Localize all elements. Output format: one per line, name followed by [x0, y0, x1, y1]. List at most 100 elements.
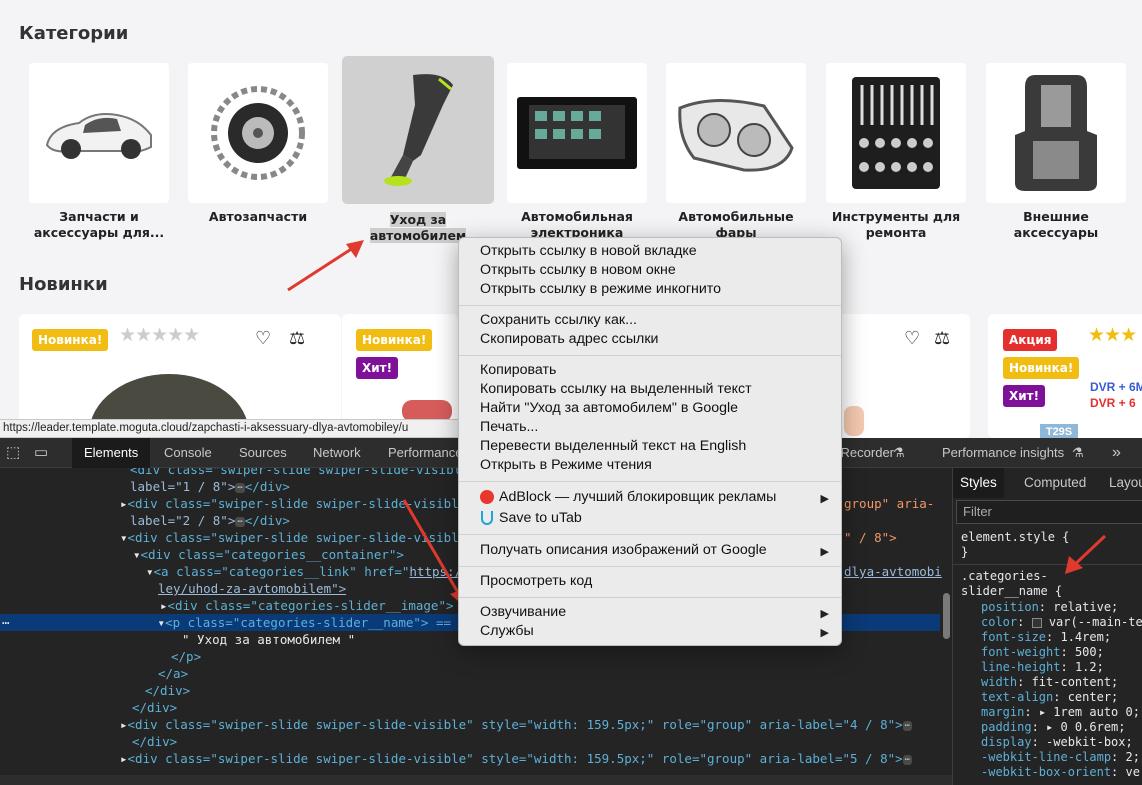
category-name[interactable]: Запчасти и аксессуары для...	[29, 209, 169, 241]
style-prop[interactable]: font-weight: 500;	[981, 645, 1104, 660]
menu-item-copy[interactable]: Копировать	[480, 361, 556, 380]
menu-item-copy-link[interactable]: Скопировать адрес ссылки	[480, 330, 658, 349]
ellipsis-badge[interactable]: ⋯	[235, 482, 245, 493]
category-card[interactable]: Автомобильная электроника	[507, 63, 647, 241]
expand-arrow-icon[interactable]: ▸	[120, 496, 128, 511]
menu-item-speech[interactable]: Озвучивание	[480, 603, 566, 622]
category-name[interactable]: Автозапчасти	[188, 209, 328, 225]
dom-node-text: </div>	[244, 479, 290, 494]
style-prop[interactable]: -webkit-line-clamp: 2;	[981, 750, 1140, 765]
menu-item-translate[interactable]: Перевести выделенный текст на English	[480, 437, 746, 456]
dom-node[interactable]: ▸<div class="swiper-slide swiper-slide-v…	[120, 716, 952, 733]
category-card-selected[interactable]: Уход за автомобилем	[342, 56, 494, 244]
dom-node[interactable]: ▸<div class="swiper-slide swiper-slide-v…	[120, 750, 952, 767]
ellipsis-badge[interactable]: ⋯	[902, 754, 913, 765]
tab-network[interactable]: Network	[313, 438, 361, 468]
tab-performance-insights[interactable]: Performance insights	[942, 438, 1064, 468]
menu-separator	[459, 534, 841, 535]
menu-item-print[interactable]: Печать...	[480, 418, 538, 437]
style-prop[interactable]: line-height: 1.2;	[981, 660, 1104, 675]
dom-node-text: label="1 / 8">	[130, 479, 236, 494]
category-image[interactable]	[666, 63, 806, 203]
category-card[interactable]: Автозапчасти	[188, 63, 328, 225]
menu-item-open-incognito[interactable]: Открыть ссылку в режиме инкогнито	[480, 280, 721, 299]
tab-performance[interactable]: Performance	[388, 438, 462, 468]
style-prop[interactable]: padding: ▸ 0 0.6rem;	[981, 720, 1126, 735]
expand-arrow-icon[interactable]: ▾	[10, 615, 166, 630]
tab-computed[interactable]: Computed	[1024, 468, 1086, 498]
menu-item-save-link[interactable]: Сохранить ссылку как...	[480, 311, 637, 330]
tab-sources[interactable]: Sources	[239, 438, 287, 468]
category-card[interactable]: Внешние аксессуары	[986, 63, 1126, 241]
style-prop[interactable]: display: -webkit-box;	[981, 735, 1133, 750]
category-name[interactable]: Внешние аксессуары	[986, 209, 1126, 241]
category-name[interactable]: Инструменты для ремонта	[826, 209, 966, 241]
tab-recorder[interactable]: Recorder	[842, 438, 894, 468]
style-prop[interactable]: margin: ▸ 1rem auto 0;	[981, 705, 1140, 720]
product-card[interactable]: ♡ ⚖	[830, 314, 970, 438]
dom-node[interactable]: </p>	[171, 648, 952, 665]
style-prop[interactable]: font-size: 1.4rem;	[981, 630, 1111, 645]
category-image[interactable]	[29, 63, 169, 203]
menu-item-adblock[interactable]: AdBlock — лучший блокировщик рекламы	[499, 488, 776, 507]
style-prop[interactable]: width: fit-content;	[981, 675, 1118, 690]
menu-item-services[interactable]: Службы	[480, 622, 534, 641]
category-card[interactable]: Запчасти и аксессуары для...	[29, 63, 169, 241]
more-tabs-icon[interactable]: »	[1112, 438, 1121, 468]
compare-icon[interactable]: ⚖	[289, 328, 305, 349]
row-menu-icon[interactable]: ⋯	[0, 615, 10, 630]
menu-item-inspect[interactable]: Просмотреть код	[480, 572, 592, 591]
category-image[interactable]	[342, 56, 494, 204]
style-prop[interactable]: color: var(--main-te	[981, 615, 1142, 630]
menu-item-image-descriptions[interactable]: Получать описания изображений от Google	[480, 541, 767, 560]
menu-item-copy-link-text[interactable]: Копировать ссылку на выделенный текст	[480, 380, 752, 399]
product-image[interactable]	[844, 406, 864, 436]
category-image[interactable]	[986, 63, 1126, 203]
ellipsis-badge[interactable]: ⋯	[902, 720, 913, 731]
expand-arrow-icon[interactable]: ▾	[120, 530, 128, 545]
compare-icon[interactable]: ⚖	[934, 328, 950, 349]
dom-node[interactable]: </div>	[132, 733, 952, 750]
product-card[interactable]: Акция Новинка! Хит! ★★★ DVR + 6M DVR + 6…	[988, 314, 1142, 438]
ellipsis-badge[interactable]: ⋯	[235, 516, 245, 527]
styles-filter-input[interactable]: Filter	[956, 500, 1142, 524]
expand-arrow-icon[interactable]: ▸	[120, 751, 128, 766]
expand-arrow-icon[interactable]: ▸	[120, 717, 128, 732]
tab-layout[interactable]: Layout	[1109, 468, 1142, 498]
prop-name: line-height	[981, 660, 1061, 674]
dom-node[interactable]: </a>	[158, 665, 952, 682]
style-prop[interactable]: position: relative;	[981, 600, 1118, 615]
category-card[interactable]: Автомобильные фары	[666, 63, 806, 241]
category-image[interactable]	[826, 63, 966, 203]
category-card[interactable]: Инструменты для ремонта	[826, 63, 966, 241]
dom-link[interactable]: dlya-avtomobi	[844, 564, 942, 579]
style-prop[interactable]: text-align: center;	[981, 690, 1118, 705]
heart-icon[interactable]: ♡	[904, 328, 920, 349]
menu-item-google-search[interactable]: Найти "Уход за автомобилем" в Google	[480, 399, 738, 418]
style-selector[interactable]: .categories-	[961, 569, 1048, 584]
menu-item-reader-mode[interactable]: Открыть в Режиме чтения	[480, 456, 652, 475]
style-selector[interactable]: slider__name {	[961, 584, 1062, 599]
styles-pane: Styles Computed Layout Filter element.st…	[952, 468, 1142, 785]
menu-item-open-new-window[interactable]: Открыть ссылку в новом окне	[480, 261, 676, 280]
expand-arrow-icon[interactable]: ▾	[133, 547, 141, 562]
menu-item-utab[interactable]: Save to uTab	[499, 509, 582, 528]
category-image[interactable]	[507, 63, 647, 203]
dom-node[interactable]: </div>	[132, 699, 952, 716]
tab-console[interactable]: Console	[164, 438, 212, 468]
menu-item-open-new-tab[interactable]: Открыть ссылку в новой вкладке	[480, 242, 697, 261]
device-toolbar-icon[interactable]: ▭	[34, 438, 48, 468]
color-swatch[interactable]	[1031, 617, 1042, 628]
inspect-element-icon[interactable]: ⬚	[6, 438, 20, 468]
category-image[interactable]	[188, 63, 328, 203]
tab-elements[interactable]: Elements	[72, 438, 151, 468]
elements-scrollbar[interactable]	[943, 593, 950, 639]
dom-node[interactable]: </div>	[145, 682, 952, 699]
style-prop[interactable]: -webkit-box-orient: ve	[981, 765, 1140, 780]
dom-link[interactable]: ley/uhod-za-avtomobilem">	[158, 581, 346, 596]
tab-styles[interactable]: Styles	[953, 468, 1004, 498]
expand-arrow-icon[interactable]: ▾	[146, 564, 154, 579]
expand-arrow-icon[interactable]: ▸	[160, 598, 168, 613]
heart-icon[interactable]: ♡	[255, 328, 271, 349]
menu-separator	[459, 597, 841, 598]
